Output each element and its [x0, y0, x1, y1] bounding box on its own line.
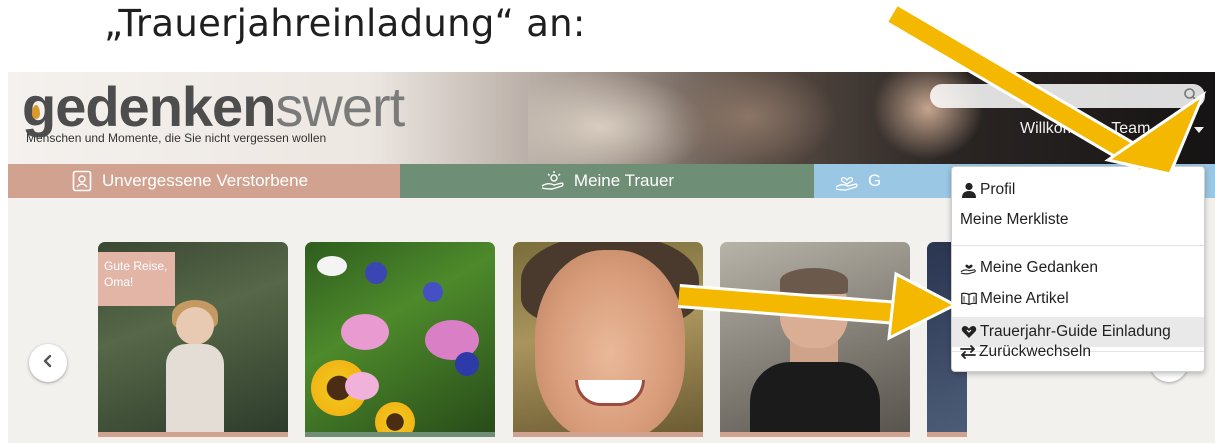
logo-wordmark-light: swert	[275, 75, 405, 138]
menu-item-profil[interactable]: Profil	[952, 178, 1204, 202]
nav-tab-label: G	[868, 171, 882, 190]
card-color-bar	[720, 432, 910, 437]
caret-down-icon[interactable]	[1194, 127, 1204, 133]
site-logo[interactable]: gedenkenswert Menschen und Momente, die …	[22, 75, 405, 146]
portrait-frame-icon	[72, 170, 92, 192]
menu-item-meine-gedanken[interactable]: Meine Gedanken	[952, 256, 1204, 280]
menu-item-label: Trauerjahr-Guide Einladung	[980, 323, 1171, 340]
menu-item-label: Meine Artikel	[980, 290, 1069, 307]
menu-item-label: Meine Merkliste	[960, 211, 1069, 228]
menu-item-meine-merkliste[interactable]: Meine Merkliste	[952, 208, 1204, 232]
user-icon	[960, 181, 978, 199]
menu-divider	[952, 245, 1204, 246]
nav-tab-label: Meine Trauer	[573, 171, 675, 190]
heart-icon	[960, 323, 978, 341]
memorial-card[interactable]	[720, 242, 910, 437]
memorial-card[interactable]	[305, 242, 495, 437]
carousel-prev-button[interactable]	[29, 344, 67, 382]
menu-item-meine-artikel[interactable]: Meine Artikel	[952, 287, 1204, 311]
memorial-card[interactable]	[513, 242, 703, 437]
swap-arrows-icon	[959, 343, 977, 361]
book-icon	[960, 290, 978, 308]
nav-tab-meine-trauer[interactable]: Meine Trauer	[400, 164, 814, 198]
candle-flame-icon	[32, 105, 40, 119]
sunrise-hand-icon	[540, 170, 566, 192]
site-header: gedenkenswert Menschen und Momente, die …	[8, 72, 1215, 172]
menu-item-label: Meine Gedanken	[980, 259, 1099, 276]
card-color-bar	[513, 432, 703, 437]
card-color-bar	[305, 432, 495, 437]
card-color-bar	[927, 432, 967, 437]
card-color-bar	[98, 432, 288, 437]
heart-hand-icon	[960, 259, 978, 277]
heart-hand-icon	[834, 170, 860, 192]
nav-tab-unvergessene-verstorbene[interactable]: Unvergessene Verstorbene	[8, 164, 400, 198]
menu-item-label: Zurückwechseln	[979, 343, 1091, 360]
search-icon[interactable]	[1183, 87, 1199, 103]
chevron-left-icon	[42, 354, 54, 373]
search-input[interactable]	[930, 84, 1205, 108]
nav-tab-label: Unvergessene Verstorbene	[102, 171, 309, 190]
card-caption: Gute Reise, Oma!	[98, 252, 175, 306]
memorial-card[interactable]: Gute Reise, Oma!	[98, 242, 288, 437]
logo-wordmark-bold: gedenken	[22, 75, 276, 138]
menu-item-zurueckwechseln[interactable]: Zurückwechseln	[951, 340, 1205, 364]
menu-item-label: Profil	[980, 181, 1016, 198]
user-menu-toggle[interactable]: Willkommen Team gdw!	[1020, 120, 1189, 138]
slide-heading: „Trauerjahreinladung“ an:	[104, 2, 586, 45]
